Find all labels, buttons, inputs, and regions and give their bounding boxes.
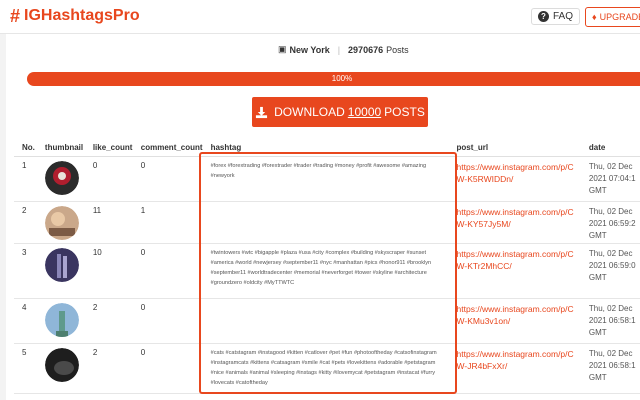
summary-separator: | <box>337 44 341 55</box>
faq-button[interactable]: ? FAQ <box>531 8 581 25</box>
thumbnail-cell <box>36 156 85 202</box>
faq-label: FAQ <box>553 11 574 22</box>
hash-icon: # <box>10 6 21 26</box>
post-date: Thu, 02 Dec 2021 06:58:1 GMT <box>580 343 640 394</box>
col-header-date[interactable]: date <box>580 140 640 157</box>
brand-logo[interactable]: # IGHashtagsPro <box>10 6 140 26</box>
post-date: Thu, 02 Dec 2021 06:58:1 GMT <box>580 298 640 344</box>
post-date: Thu, 02 Dec 2021 06:59:0 GMT <box>580 243 640 299</box>
table-row: 1 0 0 #forex #forextrading #forextrader … <box>14 156 640 202</box>
hashtag-cell: #twintowers #wtc #bigapple #plaza #usa #… <box>202 243 449 299</box>
posts-count: 2970676 <box>348 44 384 55</box>
question-circle-icon: ? <box>538 11 549 22</box>
download-suffix: POSTS <box>384 105 425 119</box>
like-count: 2 <box>84 298 133 344</box>
row-number: 4 <box>14 298 37 344</box>
like-count: 11 <box>84 201 133 244</box>
download-button[interactable]: DOWNLOAD 10000 POSTS <box>252 97 428 127</box>
col-header-comment-count[interactable]: comment_count <box>132 140 203 157</box>
posts-table: No. thumbnail like_count comment_count h… <box>14 140 640 394</box>
brand-name: IGHashtagsPro <box>24 7 140 24</box>
row-number: 3 <box>14 243 37 299</box>
table-row: 5 2 0 #cats #catstagram #instagood #kitt… <box>14 343 640 394</box>
col-header-post-url[interactable]: post_url <box>448 140 581 157</box>
upgrade-label: UPGRADE TO <box>599 12 640 22</box>
col-header-hashtag[interactable]: hashtag <box>202 140 449 157</box>
col-header-like-count[interactable]: like_count <box>84 140 133 157</box>
table-row: 3 10 0 #twintowers #wtc #bigapple #plaza… <box>14 243 640 299</box>
building-icon: ▣ <box>278 44 287 54</box>
post-url-link[interactable]: https://www.instagram.com/p/CW-KTr2MhCC/ <box>448 243 581 299</box>
like-count: 0 <box>84 156 133 202</box>
download-prefix: DOWNLOAD <box>274 105 345 119</box>
comment-count: 0 <box>132 243 203 299</box>
comment-count: 1 <box>132 201 203 244</box>
post-thumbnail[interactable] <box>44 347 79 382</box>
location-name: New York <box>289 44 330 55</box>
comment-count: 0 <box>132 343 203 394</box>
col-header-thumbnail[interactable]: thumbnail <box>36 140 85 157</box>
thumbnail-cell <box>36 201 85 244</box>
comment-count: 0 <box>132 298 203 344</box>
hashtag-cell: #cats #catstagram #instagood #kitten #ca… <box>202 343 449 394</box>
upgrade-button[interactable]: ♦UPGRADE TO <box>585 7 640 27</box>
row-number: 2 <box>14 201 37 244</box>
post-thumbnail[interactable] <box>44 205 79 240</box>
post-url-link[interactable]: https://www.instagram.com/p/CW-KY57Jy5M/ <box>448 201 581 244</box>
top-bar: # IGHashtagsPro ? FAQ ♦UPGRADE TO <box>0 0 640 34</box>
gem-icon: ♦ <box>592 12 597 22</box>
post-thumbnail[interactable] <box>44 247 79 282</box>
col-header-no[interactable]: No. <box>14 140 37 157</box>
table-row: 4 2 0 https://www.instagram.com/p/CW-KMu… <box>14 298 640 344</box>
post-date: Thu, 02 Dec 2021 06:59:2 GMT <box>580 201 640 244</box>
like-count: 10 <box>84 243 133 299</box>
post-url-link[interactable]: https://www.instagram.com/p/CW-KMu3v1on/ <box>448 298 581 344</box>
hashtag-cell <box>202 201 449 244</box>
post-thumbnail[interactable] <box>44 302 79 337</box>
download-icon <box>256 106 268 118</box>
thumbnail-cell <box>36 343 85 394</box>
hashtag-cell: #forex #forextrading #forextrader #trade… <box>202 156 449 202</box>
row-number: 5 <box>14 343 37 394</box>
download-number: 10000 <box>347 105 382 119</box>
table-row: 2 11 1 https://www.instagram.com/p/CW-KY… <box>14 201 640 244</box>
post-url-link[interactable]: https://www.instagram.com/p/CW-K5RWIDDn/ <box>448 156 581 202</box>
comment-count: 0 <box>132 156 203 202</box>
thumbnail-cell <box>36 243 85 299</box>
row-number: 1 <box>14 156 37 202</box>
thumbnail-cell <box>36 298 85 344</box>
post-thumbnail[interactable] <box>44 160 79 195</box>
progress-label: 100% <box>331 74 353 83</box>
progress-bar: 100% <box>27 72 640 86</box>
table-header-row: No. thumbnail like_count comment_count h… <box>14 140 640 157</box>
hashtag-cell <box>202 298 449 344</box>
post-date: Thu, 02 Dec 2021 07:04:1 GMT <box>580 156 640 202</box>
like-count: 2 <box>84 343 133 394</box>
search-summary: ▣ New York | 2970676 Posts <box>278 44 409 55</box>
posts-label: Posts <box>386 44 409 55</box>
post-url-link[interactable]: https://www.instagram.com/p/CW-JR4bFxXr/ <box>448 343 581 394</box>
